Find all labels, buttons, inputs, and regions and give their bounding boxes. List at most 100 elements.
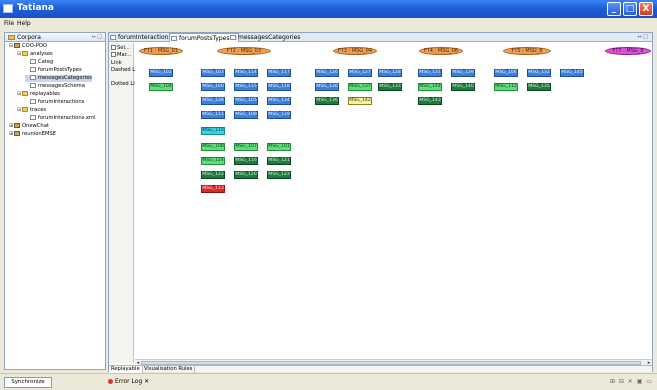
message-node[interactable]: MSG_142 <box>348 97 372 105</box>
close-button[interactable]: X <box>639 2 653 16</box>
folder-icon <box>22 51 28 56</box>
message-node[interactable]: MSG_116 <box>234 157 258 165</box>
message-node[interactable]: MSG_121 <box>267 157 291 165</box>
message-node[interactable]: MSG_126 <box>315 69 339 77</box>
message-node[interactable]: MSG_132 <box>527 69 551 77</box>
status-toolbar-icons[interactable]: ⊞ ⊟ ✕ ▣ ▭ <box>610 378 653 385</box>
message-node[interactable]: MSG_115 <box>234 83 258 91</box>
error-log-tab[interactable]: Error Log ✕ <box>108 378 149 385</box>
minimize-button[interactable]: _ <box>607 2 621 16</box>
message-node[interactable]: MSG_133 <box>378 83 402 91</box>
tree-item[interactable]: ⊟ analyses <box>17 51 53 58</box>
message-node[interactable]: MSG_140 <box>451 83 475 91</box>
message-node[interactable]: MSG_104 <box>149 83 173 91</box>
message-node[interactable]: MSG_139 <box>451 69 475 77</box>
message-node[interactable]: MSG_124 <box>201 157 225 165</box>
error-icon <box>108 379 113 384</box>
message-node[interactable]: MSG_103 <box>201 69 225 77</box>
message-node[interactable]: MSG_113 <box>201 185 225 193</box>
message-node[interactable]: MSG_118 <box>267 83 291 91</box>
message-node[interactable]: MSG_110 <box>201 127 225 135</box>
message-node[interactable]: MSG_109 <box>234 111 258 119</box>
tree-item[interactable]: forumInteractions.xml <box>25 115 96 122</box>
tree-item-label: forumInteractions.xml <box>38 115 96 121</box>
tree-item[interactable]: ⊟ traces <box>17 107 46 114</box>
message-node[interactable]: MSG_101 <box>267 143 291 151</box>
message-node[interactable]: MSG_107 <box>234 143 258 151</box>
marquee-tool-icon <box>111 52 116 57</box>
tree-item[interactable]: ⊟ replayables <box>17 91 60 98</box>
message-node[interactable]: MSG_136 <box>315 97 339 105</box>
tree-item[interactable]: ⊟ COO-POO <box>9 43 47 50</box>
maximize-button[interactable]: □ <box>623 2 637 16</box>
file-icon <box>30 67 36 72</box>
message-node[interactable]: MSG_120 <box>234 171 258 179</box>
editor-bottom-tabs: Replayable Visualisation Rules <box>109 365 652 373</box>
message-node[interactable]: MSG_134 <box>267 97 291 105</box>
error-log-label: Error Log <box>115 378 143 385</box>
message-node[interactable]: MSG_128 <box>378 69 402 77</box>
message-node[interactable]: MSG_130 <box>315 83 339 91</box>
synchronize-button[interactable]: Synchronize <box>4 377 52 388</box>
folder-icon <box>22 91 28 96</box>
message-node[interactable]: MSG_100 <box>201 83 225 91</box>
palette-tool-label: Sel... <box>117 45 130 51</box>
forum-type-node[interactable]: FT4 : MSG_06 <box>419 47 463 55</box>
editor-tab[interactable]: messagesCategories <box>229 33 300 42</box>
menu-help[interactable]: Help <box>17 20 31 27</box>
forum-type-node[interactable]: FT2 : MSG_03 <box>217 47 271 55</box>
corpora-view-title: Corpora <box>17 34 41 41</box>
message-node[interactable]: MSG_127 <box>348 69 372 77</box>
message-node[interactable]: MSG_144 <box>418 83 442 91</box>
message-node[interactable]: MSG_138 <box>201 97 225 105</box>
message-node[interactable]: MSG_108 <box>201 143 225 151</box>
forum-type-node[interactable]: FT1 : MSG_01 <box>139 47 183 55</box>
message-node[interactable]: MSG_119 <box>267 111 291 119</box>
corpora-view-tab[interactable]: Corpora ⇔ □ <box>5 33 105 42</box>
forum-type-node[interactable]: FT3 : MSG_04 <box>333 47 377 55</box>
folder-icon <box>22 107 28 112</box>
message-node[interactable]: MSG_122 <box>201 171 225 179</box>
tree-item-label: analyses <box>30 51 53 57</box>
message-node[interactable]: MSG_123 <box>267 171 291 179</box>
message-node[interactable]: MSG_117 <box>267 69 291 77</box>
diagram-file-icon <box>230 35 236 40</box>
project-icon <box>14 131 20 136</box>
status-bar: Synchronize Error Log ✕ ⊞ ⊟ ✕ ▣ ▭ <box>0 373 657 390</box>
editor-controls-icon[interactable]: ⇔ □ <box>637 34 648 40</box>
tree-item[interactable]: ⊞ OnewChat <box>9 123 49 130</box>
message-node[interactable]: MSG_135 <box>527 83 551 91</box>
message-node[interactable]: MSG_106 <box>494 69 518 77</box>
tree-item[interactable]: Categ <box>25 59 53 66</box>
message-node[interactable]: MSG_145 <box>560 69 584 77</box>
message-node[interactable]: MSG_114 <box>234 69 258 77</box>
editor-bottom-tab[interactable]: Visualisation Rules <box>142 366 196 373</box>
palette-tool[interactable]: Mar... <box>111 52 131 58</box>
diagram-canvas[interactable]: FT1 : MSG_01 FT2 : MSG_03 FT3 : MSG_04 FT4 … <box>135 43 652 359</box>
message-node[interactable]: MSG_102 <box>149 69 173 77</box>
message-node[interactable]: MSG_137 <box>348 83 372 91</box>
tree-item[interactable]: forumPostsTypes <box>25 67 82 74</box>
message-node[interactable]: MSG_143 <box>418 97 442 105</box>
folder-icon <box>8 35 15 40</box>
menu-file[interactable]: File <box>4 20 14 27</box>
message-node[interactable]: MSG_111 <box>201 111 225 119</box>
tree-item[interactable]: messagesCategories <box>25 75 92 82</box>
forum-type-node[interactable]: FT5 : MSG_8 <box>503 47 551 55</box>
view-controls-icon[interactable]: ⇔ □ <box>91 34 102 40</box>
tree-item[interactable]: ⊞ reunionEMSE <box>9 131 56 138</box>
editor-tab[interactable]: forumInteractions <box>109 33 172 42</box>
error-log-close-icon[interactable]: ✕ <box>144 378 149 385</box>
tree-item[interactable]: forumInteractions <box>25 99 84 106</box>
project-icon <box>14 123 20 128</box>
palette-tool[interactable]: Sel... <box>111 45 130 51</box>
message-node[interactable]: MSG_105 <box>234 97 258 105</box>
message-node[interactable]: MSG_112 <box>494 83 518 91</box>
tree-item[interactable]: messagesSchema <box>25 83 85 90</box>
message-node[interactable]: MSG_131 <box>418 69 442 77</box>
editor-bottom-tab[interactable]: Replayable <box>109 366 143 373</box>
palette-tool[interactable]: Link <box>111 60 122 66</box>
window-title: Tatiana <box>17 3 54 13</box>
file-icon <box>30 99 36 104</box>
forum-type-node[interactable]: FT7 : MSG_9 <box>605 47 651 55</box>
